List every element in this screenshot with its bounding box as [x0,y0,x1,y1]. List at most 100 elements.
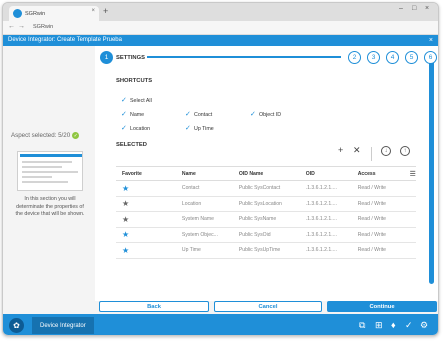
back-button[interactable]: Back [99,301,209,312]
checkmark-icon: ✓ [121,111,127,118]
aspect-selected-label: Aspect selected: 5/20 ✓ [11,132,80,139]
access-cell: Read / Write [351,211,404,228]
oid-cell: .1.3.6.1.2.1.... [299,227,352,243]
checkmark-icon: ✓ [185,111,191,118]
favorite-cell: ★ [116,196,176,212]
column-header-oid[interactable]: OID [299,166,352,181]
table-row[interactable]: ★ System Objec... Public SysOid .1.3.6.1.2.… [116,227,416,243]
selected-table: Favorite Name OID Name OID Access ☰ ★ Con… [116,166,416,259]
oid-name-cell: Public SysContact [232,180,300,197]
column-header-access[interactable]: Access [351,166,404,181]
app-close-icon[interactable]: × [429,35,433,46]
table-row[interactable]: ★ Contact Public SysContact .1.3.6.1.2.1...… [116,180,416,197]
shortcut-name-checkbox[interactable]: ✓ Name [121,111,145,118]
aspect-selected-text: Aspect selected: 5/20 [11,132,71,139]
row-spacer [403,180,416,197]
remove-icon[interactable]: ✕ [353,145,361,156]
column-header-name[interactable]: Name [175,166,233,181]
step-2[interactable]: 2 [348,51,361,64]
window-close-icon[interactable]: × [425,5,429,12]
favorite-cell: ★ [116,180,176,197]
shortcut-up-time-checkbox[interactable]: ✓ Up Time [185,125,214,132]
app-title: Device Integrator: Create Template Prueb… [8,37,122,43]
browser-tab[interactable]: SGRwin × [9,6,99,21]
bell-icon[interactable]: ♦ [391,320,396,330]
app-logo-icon[interactable]: ✿ [9,318,24,333]
step-5[interactable]: 5 [405,51,418,64]
url-field[interactable]: SGRwin [33,24,53,30]
oid-cell: .1.3.6.1.2.1.... [299,180,352,197]
check-icon[interactable]: ✓ [405,320,413,331]
column-header-favorite[interactable]: Favorite [116,166,176,181]
move-down-icon[interactable]: ↓ [381,146,391,156]
bottom-taskbar: ✿ Device Integrator ⧉ ⊞ ♦ ✓ ⚙ [3,314,438,335]
cancel-button[interactable]: Cancel [214,301,322,312]
step-progress-line [147,56,341,58]
oid-name-cell: Public SysLocation [232,196,300,212]
sgrwin-logo-icon [13,9,22,18]
step-4[interactable]: 4 [386,51,399,64]
new-tab-icon[interactable]: + [103,6,108,16]
content-area: Aspect selected: 5/20 ✓ In this section … [3,46,438,314]
row-spacer [403,211,416,228]
table-row[interactable]: ★ Up Time Public SysUpTime .1.3.6.1.2.1....… [116,242,416,259]
add-icon[interactable]: + [338,145,343,155]
maximize-icon[interactable]: □ [412,5,416,12]
shortcut-label: Name [130,112,145,118]
select-all-checkbox[interactable]: ✓ Select All [121,97,152,104]
star-icon[interactable]: ★ [122,246,129,255]
checkmark-icon: ✓ [250,111,256,118]
shortcut-label: Object ID [259,112,282,118]
back-arrow-icon[interactable]: ← [8,23,15,30]
step-1[interactable]: 1 [100,51,113,64]
table-row[interactable]: ★ System Name Public SysName .1.3.6.1.2.1..… [116,211,416,228]
access-cell: Read / Write [351,242,404,259]
scrollbar[interactable] [429,58,434,284]
column-header-oid-name[interactable]: OID Name [232,166,300,181]
app-title-bar: Device Integrator: Create Template Prueb… [3,35,438,46]
app-window: SGRwin × + – □ × ← → SGRwin Device Integ… [2,2,439,336]
move-up-icon[interactable]: ↑ [400,146,410,156]
oid-name-cell: Public SysName [232,211,300,228]
access-cell: Read / Write [351,196,404,212]
tab-close-icon[interactable]: × [91,8,95,14]
star-icon[interactable]: ★ [122,199,129,208]
table-header-row: Favorite Name OID Name OID Access ☰ [116,166,416,181]
settings-icon[interactable]: ⚙ [420,320,428,331]
step-3[interactable]: 3 [367,51,380,64]
module-tab-device-integrator[interactable]: Device Integrator [32,317,94,334]
access-cell: Read / Write [351,227,404,243]
left-info-panel: Aspect selected: 5/20 ✓ In this section … [3,46,95,301]
row-spacer [403,242,416,259]
star-icon[interactable]: ★ [122,230,129,239]
star-icon[interactable]: ★ [122,215,129,224]
oid-cell: .1.3.6.1.2.1.... [299,196,352,212]
grid-icon[interactable]: ⊞ [375,320,383,331]
access-cell: Read / Write [351,180,404,197]
template-preview-thumbnail [17,151,83,191]
row-spacer [403,227,416,243]
selected-title: SELECTED [116,142,147,148]
star-icon[interactable]: ★ [122,184,129,193]
oid-cell: .1.3.6.1.2.1.... [299,211,352,228]
minimize-icon[interactable]: – [399,5,403,12]
oid-name-cell: Public SysUpTime [232,242,300,259]
address-bar: ← → SGRwin [3,21,438,35]
forward-arrow-icon[interactable]: → [18,23,25,30]
oid-cell: .1.3.6.1.2.1.... [299,242,352,259]
step-6[interactable]: 6 [424,51,437,64]
shortcut-label: Contact [194,112,213,118]
browser-tab-title: SGRwin [25,10,46,17]
shortcut-contact-checkbox[interactable]: ✓ Contact [185,111,213,118]
browser-tab-strip: SGRwin × + – □ × [3,3,438,21]
row-spacer [403,196,416,212]
favorite-cell: ★ [116,242,176,259]
shortcut-object-id-checkbox[interactable]: ✓ Object ID [250,111,282,118]
column-menu-icon[interactable]: ☰ [403,166,416,181]
windows-icon[interactable]: ⧉ [359,320,365,331]
table-row[interactable]: ★ Location Public SysLocation .1.3.6.1.2.1.… [116,196,416,212]
name-cell: Location [175,196,233,212]
continue-button[interactable]: Continue [327,301,437,312]
shortcut-label: Location [130,126,151,132]
shortcut-location-checkbox[interactable]: ✓ Location [121,125,151,132]
